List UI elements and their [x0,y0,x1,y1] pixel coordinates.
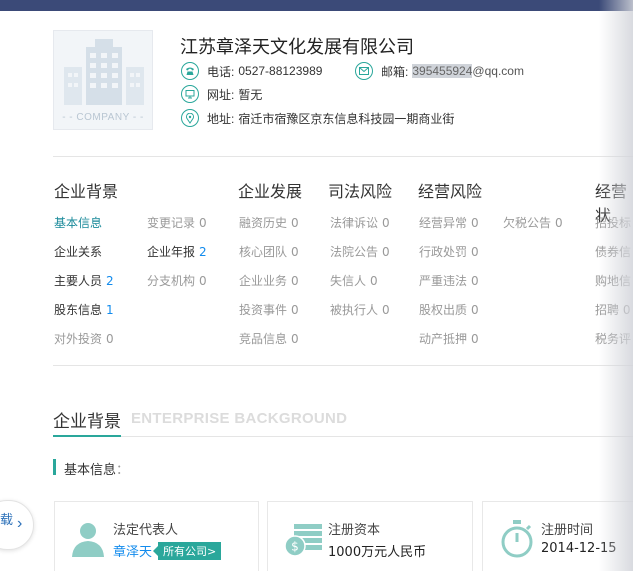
section-subtitle: ENTERPRISE BACKGROUND [131,410,348,427]
nav-item-lawsuits[interactable]: 法律诉讼 0 [330,214,390,231]
reg-date-value: 2014-12-15 [541,541,617,556]
email-highlight[interactable]: 395455924 [412,64,473,78]
basic-info-title: 基本信息： [64,463,130,478]
nav-item-investments[interactable]: 对外投资 0 [54,330,114,347]
nav-item-relations[interactable]: 企业关系 [54,243,102,260]
nav-item-shareholders[interactable]: 股东信息 1 [54,301,114,318]
capital-value: 1000万元人民币 [328,545,427,560]
location-icon [181,109,199,127]
website-label: 网址: [207,87,235,102]
nav-cat-development[interactable]: 企业发展 [238,178,302,202]
legal-rep-box: 法定代表人 章泽天 所有公司> [54,501,259,571]
monitor-icon [181,85,199,103]
company-name: 江苏章泽天文化发展有限公司 [180,37,414,58]
nav-divider [53,365,633,366]
reg-date-label: 注册时间 [541,523,594,538]
nav-item-executed[interactable]: 被执行人 0 [330,301,390,318]
email-domain[interactable]: @qq.com [472,64,524,78]
logo-text: - - COMPANY - - [62,112,144,123]
floating-badge-text: 载 [0,513,14,528]
nav-item-change-records[interactable]: 变更记录 0 [147,214,207,231]
phone-icon [181,62,199,80]
money-icon: $ [284,524,322,557]
capital-box: $ 注册资本 1000万元人民币 [267,501,473,571]
mail-icon [355,62,373,80]
website-row: 网址: 暂无 [181,85,262,103]
nav-item-bonds[interactable]: 债券信 [595,243,631,260]
person-icon [72,523,104,557]
email-row: 邮箱: 395455924 @qq.com [355,62,524,80]
legal-rep-value-row: 章泽天 所有公司> [113,541,222,560]
nav-item-violations[interactable]: 严重违法 0 [419,272,479,289]
nav-item-court-notices[interactable]: 法院公告 0 [330,243,390,260]
phone-row: 电话: 0527-88123989 [181,62,322,80]
nav-item-invest-events[interactable]: 投资事件 0 [239,301,299,318]
nav-item-business[interactable]: 企业业务 0 [239,272,299,289]
nav-item-equity-pledge[interactable]: 股权出质 0 [419,301,479,318]
nav-item-dishonest[interactable]: 失信人 0 [330,272,378,289]
nav-item-tax-rating[interactable]: 税务评 [595,330,631,347]
basic-info-marker [53,459,56,475]
stopwatch-icon [501,520,533,558]
nav-item-financing[interactable]: 融资历史 0 [239,214,299,231]
nav-cat-legal-risk[interactable]: 司法风险 [328,178,392,202]
nav-item-penalties[interactable]: 行政处罚 0 [419,243,479,260]
section-title: 企业背景 [53,412,121,432]
company-logo: - - COMPANY - - [53,30,153,130]
nav-item-recruit[interactable]: 招聘 0 [595,301,630,318]
nav-item-bidding[interactable]: 招投标 [595,214,631,231]
capital-label: 注册资本 [328,523,381,538]
phone-value: 0527-88123989 [238,64,323,78]
nav-item-basic-info[interactable]: 基本信息 [54,214,102,231]
email-label: 邮箱: [381,64,409,79]
nav-cat-background[interactable]: 企业背景 [54,178,118,202]
section-rule [53,436,633,437]
reg-date-box: 注册时间 2014-12-15 [482,501,633,571]
all-companies-button[interactable]: 所有公司> [152,541,222,560]
top-bar [0,0,633,11]
nav-item-competitors[interactable]: 竞品信息 0 [239,330,299,347]
svg-text:$: $ [291,540,299,554]
legal-rep-label: 法定代表人 [113,523,179,538]
nav-item-abnormal[interactable]: 经营异常 0 [419,214,479,231]
nav-item-chattel-mortgage[interactable]: 动产抵押 0 [419,330,479,347]
phone-label: 电话: [207,64,235,79]
nav-item-annual-reports[interactable]: 企业年报 2 [147,243,207,260]
chevron-right-icon: › [17,515,23,532]
legal-rep-name[interactable]: 章泽天 [113,541,152,560]
nav-cat-operation-risk[interactable]: 经营风险 [418,178,482,202]
nav-item-key-people[interactable]: 主要人员 2 [54,272,114,289]
nav-item-tax-arrears[interactable]: 欠税公告 0 [503,214,563,231]
address-value: 宿迁市宿豫区京东信息科技园一期商业街 [238,111,455,126]
section-underline [53,435,121,437]
header-divider [53,156,633,157]
address-label: 地址: [207,111,235,126]
nav-item-land[interactable]: 购地信 [595,272,631,289]
website-value: 暂无 [238,87,263,102]
building-icon [64,39,144,105]
nav-item-core-team[interactable]: 核心团队 0 [239,243,299,260]
address-row: 地址: 宿迁市宿豫区京东信息科技园一期商业街 [181,109,454,127]
nav-item-branches[interactable]: 分支机构 0 [147,272,207,289]
